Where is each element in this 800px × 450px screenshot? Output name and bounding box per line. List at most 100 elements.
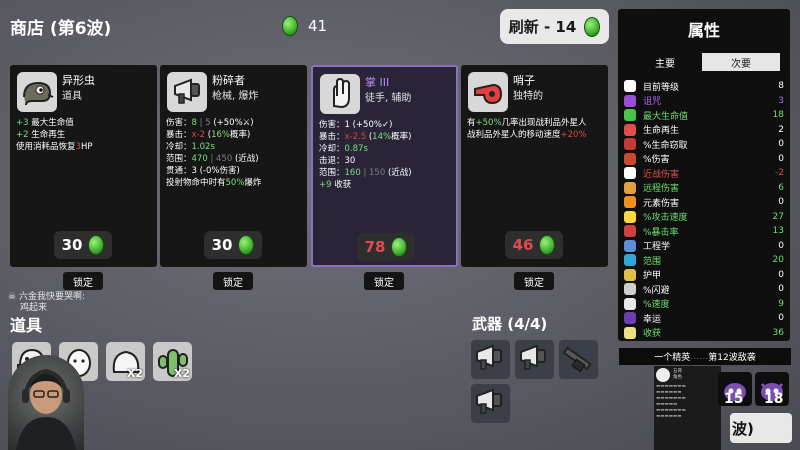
price-value: 46 — [512, 236, 534, 254]
card-stat-line: 范围：160 | 150 (近战) — [319, 168, 412, 178]
gold-amount: 41 — [308, 17, 328, 35]
weapon-slot[interactable] — [559, 340, 598, 379]
stat-label: 近战伤害 — [643, 169, 680, 180]
card-stat-line: 暴击：x-2.5 (14%概率) — [319, 132, 412, 142]
stat-row[interactable]: 远程伤害 6 — [624, 181, 784, 195]
stat-row[interactable]: %闪避 0 — [624, 282, 784, 296]
tab-primary-stats[interactable]: 主要 — [630, 53, 700, 71]
price-value: 30 — [211, 236, 233, 254]
card-name: 异形虫 — [62, 74, 95, 87]
shotgun-icon — [559, 340, 598, 379]
shop-card[interactable]: 异形虫 道具 +3 最大生命值 +2 生命再生 使用消耗品恢复3HP 30 — [10, 65, 157, 267]
weapon-slot[interactable] — [471, 384, 510, 423]
stat-icon — [624, 210, 636, 223]
material-gem-icon — [539, 235, 556, 255]
stat-label: 远程伤害 — [643, 184, 680, 194]
stat-value: 20 — [772, 255, 784, 265]
material-gem-icon — [238, 235, 255, 255]
stat-value: 0 — [778, 240, 784, 251]
stat-row[interactable]: 生命再生 2 — [624, 123, 784, 137]
stat-value: 0 — [778, 269, 784, 280]
buy-button[interactable]: 78 — [357, 233, 415, 261]
card-description: 伤害：1 (+50%✓) 暴击：x-2.5 (14%概率) 冷却：0.87s 击退：3… — [319, 119, 456, 191]
stat-row[interactable]: %伤害 0 — [624, 152, 784, 166]
stat-label: 幸运 — [643, 314, 662, 325]
stat-value: 36 — [772, 327, 784, 338]
card-name: 哨子 — [513, 74, 535, 87]
card-stat-line: 伤害：8 | 5 (+50%⚔) — [166, 118, 254, 128]
stat-value: 0 — [778, 284, 784, 294]
stat-icon — [624, 109, 636, 121]
stat-row[interactable]: %速度 9 — [624, 297, 784, 311]
stat-icon — [624, 181, 636, 194]
stat-row[interactable]: 目前等级 8 — [624, 79, 784, 93]
buy-button[interactable]: 30 — [54, 231, 112, 259]
chat-line: ☠ 六金我快要哭啊: — [8, 292, 85, 302]
price-value: 78 — [364, 238, 386, 256]
stat-row[interactable]: %生命窃取 0 — [624, 137, 784, 151]
reroll-button[interactable]: 刷新 - 14 — [500, 9, 609, 44]
item-count: X2 — [126, 367, 143, 380]
inventory-slot[interactable]: X2 — [153, 342, 192, 381]
card-type: 徒手, 辅助 — [365, 93, 412, 104]
lock-button[interactable]: 锁定 — [514, 272, 554, 290]
card-stat-line: +2 生命再生 — [16, 130, 66, 140]
stat-row[interactable]: 工程学 0 — [624, 239, 784, 253]
lock-button[interactable]: 锁定 — [364, 272, 404, 290]
stat-row[interactable]: 收获 36 — [624, 326, 784, 340]
card-description: 伤害：8 | 5 (+50%⚔) 暴击：x-2 (16%概率) 冷却：1.02s 范围… — [166, 117, 303, 189]
lock-button[interactable]: 锁定 — [63, 272, 103, 290]
material-gem-icon — [282, 16, 298, 36]
enemy-count: 18 — [764, 391, 784, 407]
gold-counter: 41 — [282, 16, 327, 36]
shop-card[interactable]: 哨子 独特的 有+50%几率出现战利品外星人 战利品外星人的移动速度+20% 46 — [461, 65, 608, 267]
stat-icon — [624, 268, 636, 281]
stat-row[interactable]: 范围 20 — [624, 253, 784, 267]
inventory-slot[interactable]: X2 — [106, 342, 145, 381]
stat-label: 护甲 — [643, 271, 662, 281]
stat-icon — [624, 123, 636, 136]
buy-button[interactable]: 46 — [505, 231, 563, 259]
stat-row[interactable]: %暴击率 13 — [624, 224, 784, 238]
stat-row[interactable]: 幸运 0 — [624, 311, 784, 325]
stat-icon — [624, 94, 636, 107]
stat-row[interactable]: 近战伤害 -2 — [624, 166, 784, 180]
stat-label: %速度 — [643, 300, 670, 310]
stat-row[interactable]: 诅咒 3 — [624, 94, 784, 108]
chat-avatar-icon: ☠ — [8, 292, 19, 302]
shop-card[interactable]: 掌 III 徒手, 辅助 伤害：1 (+50%✓) 暴击：x-2.5 (14%概率) 冷… — [311, 65, 458, 267]
stat-label: 工程学 — [643, 242, 671, 252]
lock-button[interactable]: 锁定 — [213, 272, 253, 290]
stat-icon — [624, 152, 636, 165]
stat-row[interactable]: 元素伤害 0 — [624, 195, 784, 209]
megaphone-gun-icon — [471, 340, 510, 379]
alien-worm-icon — [17, 72, 57, 112]
card-stat-line: +9 收获 — [319, 180, 352, 190]
stat-label: 目前等级 — [643, 82, 680, 93]
stat-label: %攻击速度 — [643, 213, 688, 223]
card-name: 粉碎者 — [212, 74, 245, 87]
stat-icon — [624, 326, 636, 339]
shop-card[interactable]: 粉碎者 枪械, 爆炸 伤害：8 | 5 (+50%⚔) 暴击：x-2 (16%概率) 冷… — [160, 65, 307, 267]
stat-value: 3 — [778, 95, 784, 106]
stat-icon — [624, 254, 636, 266]
stat-row[interactable]: 最大生命值 18 — [624, 108, 784, 122]
wave-label: 波) — [730, 413, 792, 443]
card-stat-line: 战利品外星人的移动速度+20% — [467, 130, 587, 140]
whistle-icon — [468, 72, 508, 112]
stat-row[interactable]: %攻击速度 27 — [624, 210, 784, 224]
stat-icon — [624, 196, 636, 208]
item-count: X2 — [173, 367, 190, 380]
material-gem-icon — [88, 235, 105, 255]
tab-secondary-stats[interactable]: 次要 — [702, 53, 780, 71]
stat-value: 18 — [772, 110, 784, 120]
weapon-slot[interactable] — [515, 340, 554, 379]
stat-icon — [624, 138, 636, 150]
stat-row[interactable]: 护甲 0 — [624, 268, 784, 282]
stat-value: 8 — [778, 81, 784, 91]
stat-icon — [624, 239, 636, 252]
buy-button[interactable]: 30 — [204, 231, 262, 259]
weapons-grid — [471, 340, 611, 423]
stat-icon — [624, 283, 636, 295]
weapon-slot[interactable] — [471, 340, 510, 379]
